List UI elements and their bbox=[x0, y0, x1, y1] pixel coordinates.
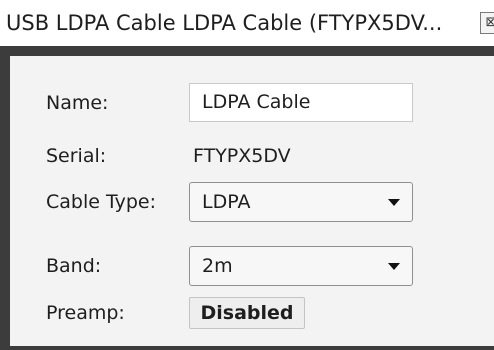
band-label: Band: bbox=[46, 255, 102, 277]
name-label: Name: bbox=[46, 92, 109, 114]
cable-type-label: Cable Type: bbox=[46, 191, 157, 213]
serial-value: FTYPX5DV bbox=[193, 145, 291, 167]
close-icon[interactable]: ⊠ bbox=[480, 12, 494, 34]
serial-label: Serial: bbox=[46, 145, 107, 167]
preamp-toggle-button[interactable]: Disabled bbox=[189, 297, 305, 329]
chevron-down-icon bbox=[388, 199, 400, 206]
window-title: USB LDPA Cable LDPA Cable (FTYPX5DV... bbox=[6, 11, 443, 35]
band-selected-value: 2m bbox=[202, 255, 233, 277]
band-select[interactable]: 2m bbox=[189, 246, 413, 286]
name-field[interactable]: LDPA Cable bbox=[189, 83, 413, 122]
chevron-down-icon bbox=[388, 263, 400, 270]
cable-type-selected-value: LDPA bbox=[202, 191, 251, 213]
cable-type-select[interactable]: LDPA bbox=[189, 182, 413, 222]
preamp-label: Preamp: bbox=[46, 302, 125, 324]
window-title-bar: USB LDPA Cable LDPA Cable (FTYPX5DV... ⊠ bbox=[0, 0, 494, 46]
